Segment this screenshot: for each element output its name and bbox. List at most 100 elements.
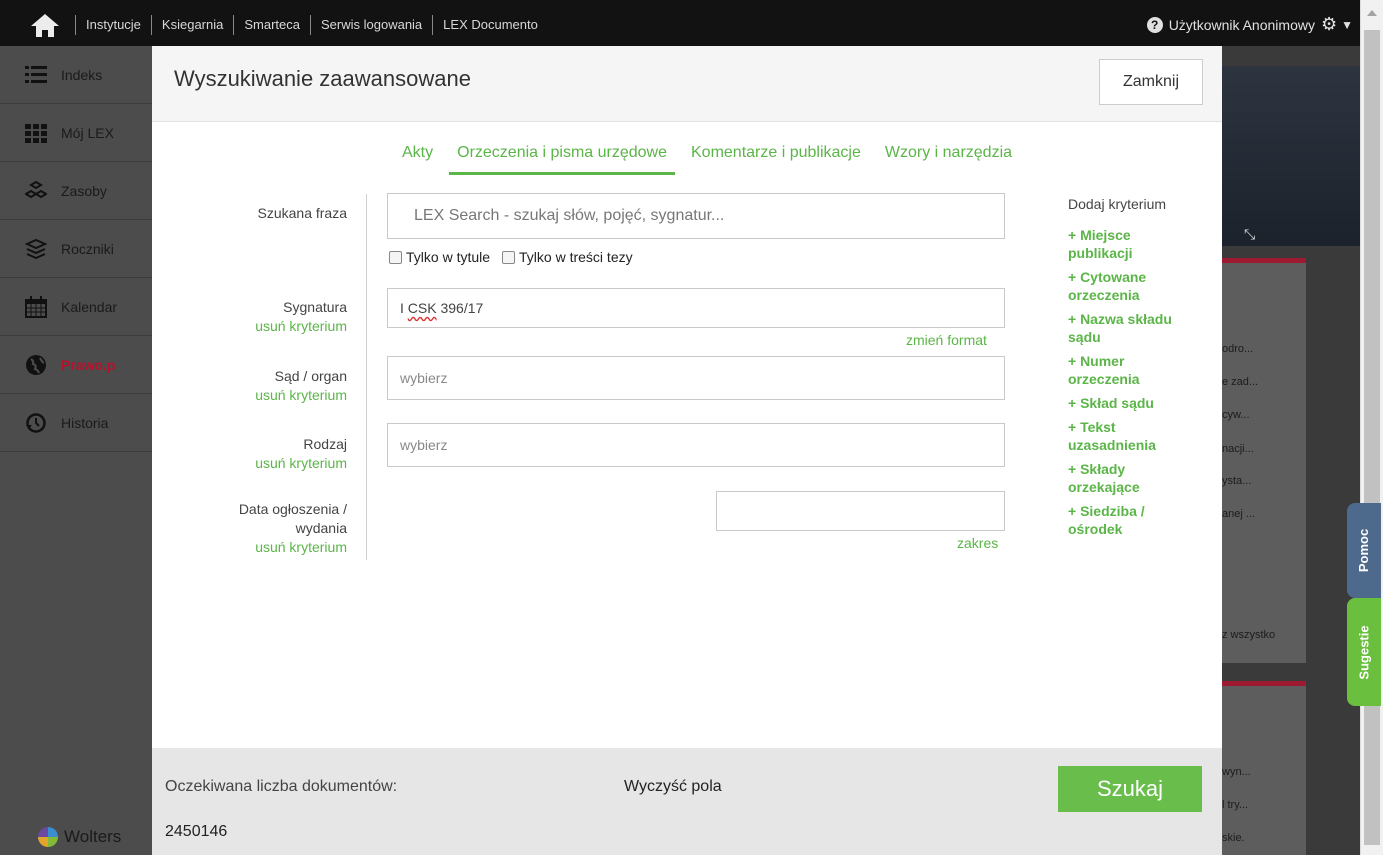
search-phrase-label-text: Szukana fraza [257,205,348,221]
modal-header: Wyszukiwanie zaawansowane Zamknij [152,46,1222,122]
close-button[interactable]: Zamknij [1099,59,1203,105]
sidebar-item-zasoby[interactable]: Zasoby [0,162,152,220]
suggestions-side-tab[interactable]: Sugestie [1347,598,1381,706]
calendar-icon [25,295,47,318]
sidebar-item-prawo[interactable]: Prawo.p [0,336,152,394]
tab-wzory[interactable]: Wzory i narzędzia [885,144,1012,175]
grid-icon [25,122,47,144]
background-text: cyw... [1222,409,1250,421]
list-icon [25,64,47,86]
chevron-down-icon[interactable]: ▼ [1341,18,1353,32]
globe-icon [25,354,47,376]
books-icon [25,238,47,260]
sidebar-item-label: Historia [61,414,109,431]
top-link-lex-documento[interactable]: LEX Documento [432,15,548,35]
remove-criterion-link[interactable]: usuń kryterium [255,317,347,336]
sidebar-item-historia[interactable]: Historia [0,394,152,452]
remove-criterion-link[interactable]: usuń kryterium [255,386,347,405]
type-select[interactable]: wybierz [387,423,1005,467]
sidebar-item-kalendarz[interactable]: Kalendar [0,278,152,336]
court-label: Sąd / organ usuń kryterium [255,367,347,405]
background-hero: ⤡ [1222,66,1360,246]
remove-criterion-link[interactable]: usuń kryterium [255,454,347,473]
date-label-line2: wydania [295,520,347,536]
type-label-text: Rodzaj [303,436,347,452]
top-links: Instytucje Ksiegarnia Smarteca Serwis lo… [75,14,548,36]
gear-icon[interactable]: ⚙ [1321,14,1337,35]
sidebar-item-roczniki[interactable]: Roczniki [0,220,152,278]
home-icon[interactable] [28,12,62,38]
background-card: wyn... l try... skie. [1222,681,1306,855]
only-title-checkbox[interactable] [389,250,402,264]
clear-fields-button[interactable]: Wyczyść pola [624,778,722,796]
search-scope-checkboxes: Tylko w tytule Tylko w treści tezy [389,249,633,265]
history-icon [25,412,47,434]
sygnatura-label: Sygnatura usuń kryterium [255,298,347,336]
sidebar-item-indeks[interactable]: Indeks [0,46,152,104]
criterion-numer-orzeczenia[interactable]: + Numer orzeczenia [1068,352,1218,388]
background-text: wyn... [1222,766,1251,778]
search-phrase-input[interactable]: LEX Search - szukaj słów, pojęć, sygnatu… [387,193,1005,239]
top-navigation-bar: Instytucje Ksiegarnia Smarteca Serwis lo… [0,0,1383,46]
wolters-brand-text: Wolters [64,827,122,846]
date-range-link[interactable]: zakres [957,535,998,551]
help-circle-icon[interactable]: ? [1146,16,1163,33]
top-link-instytucje[interactable]: Instytucje [75,15,151,35]
help-side-tab-label: Pomoc [1356,528,1372,573]
search-phrase-label: Szukana fraza [258,204,348,223]
date-input[interactable] [716,491,1005,531]
change-format-link[interactable]: zmień format [906,332,987,348]
sygnatura-input[interactable]: I CSK 396/17 [387,288,1005,328]
background-card: odro... e zad... cyw... nacji... ysta...… [1222,258,1306,663]
sidebar-item-label: Roczniki [61,240,114,257]
add-criterion-heading: Dodaj kryterium [1068,196,1167,212]
criterion-tekst-uzasadnienia[interactable]: + Tekst uzasadnienia [1068,418,1218,454]
search-type-tabs: Akty Orzeczenia i pisma urzędowe Komenta… [402,144,1036,175]
background-text: nacji... [1222,443,1254,455]
only-thesis-checkbox[interactable] [502,250,516,264]
expand-icon[interactable]: ⤡ [1244,226,1255,243]
page-scrollbar[interactable] [1360,0,1383,855]
only-title-label[interactable]: Tylko w tytule [406,249,490,265]
scrollbar-thumb[interactable] [1364,30,1380,845]
modal-footer: Oczekiwana liczba dokumentów: 2450146 Wy… [152,748,1222,855]
type-select-placeholder: wybierz [400,437,448,453]
user-name[interactable]: Użytkownik Anonimowy [1169,17,1315,33]
expected-count-value: 2450146 [165,823,228,840]
only-thesis-label[interactable]: Tylko w treści tezy [519,249,633,265]
modal-title: Wyszukiwanie zaawansowane [174,66,471,91]
background-content: ⤡ odro... e zad... cyw... nacji... ysta.… [1222,46,1360,855]
tab-akty[interactable]: Akty [402,144,433,175]
search-phrase-placeholder: LEX Search - szukaj słów, pojęć, sygnatu… [414,207,725,224]
background-text: odro... [1222,343,1254,355]
wolters-logo-icon [38,827,58,847]
background-text: skie. [1222,832,1245,844]
criterion-sklady-orzekajace[interactable]: + Składy orzekające [1068,460,1218,496]
tab-komentarze[interactable]: Komentarze i publikacje [691,144,861,175]
sidebar-item-label: Prawo.p [61,356,116,373]
criterion-sklad-sadu[interactable]: + Skład sądu [1068,394,1218,412]
remove-criterion-link[interactable]: usuń kryterium [239,538,347,557]
top-link-ksiegarnia[interactable]: Ksiegarnia [150,15,233,35]
suggestions-side-tab-label: Sugestie [1356,624,1372,680]
add-criterion-panel: Dodaj kryterium + Miejsce publikacji + Cy… [1068,196,1218,544]
sidebar-item-label: Kalendar [61,298,118,315]
top-link-smarteca[interactable]: Smarteca [233,15,310,35]
search-button[interactable]: Szukaj [1058,766,1202,812]
criterion-siedziba-osrodek[interactable]: + Siedziba / ośrodek [1068,502,1218,538]
scroll-up-arrow-icon[interactable] [1367,10,1377,16]
wolters-kluwer-logo: Wolters [38,827,121,847]
top-link-serwis-logowania[interactable]: Serwis logowania [310,15,432,35]
sidebar-item-moj-lex[interactable]: Mój LEX [0,104,152,162]
tab-orzeczenia[interactable]: Orzeczenia i pisma urzędowe [449,144,675,175]
user-menu[interactable]: ? Użytkownik Anonimowy ⚙ ▼ [1146,14,1353,35]
sygnatura-label-text: Sygnatura [283,299,347,315]
court-select[interactable]: wybierz [387,356,1005,400]
help-side-tab[interactable]: Pomoc [1347,503,1381,598]
background-text: z wszystko [1222,629,1276,641]
sidebar-item-label: Zasoby [61,182,107,199]
criterion-miejsce-publikacji[interactable]: + Miejsce publikacji [1068,226,1218,262]
criterion-cytowane-orzeczenia[interactable]: + Cytowane orzeczenia [1068,268,1218,304]
sygnatura-value: I CSK 396/17 [400,300,484,316]
criterion-nazwa-skladu-sadu[interactable]: + Nazwa składu sądu [1068,310,1218,346]
